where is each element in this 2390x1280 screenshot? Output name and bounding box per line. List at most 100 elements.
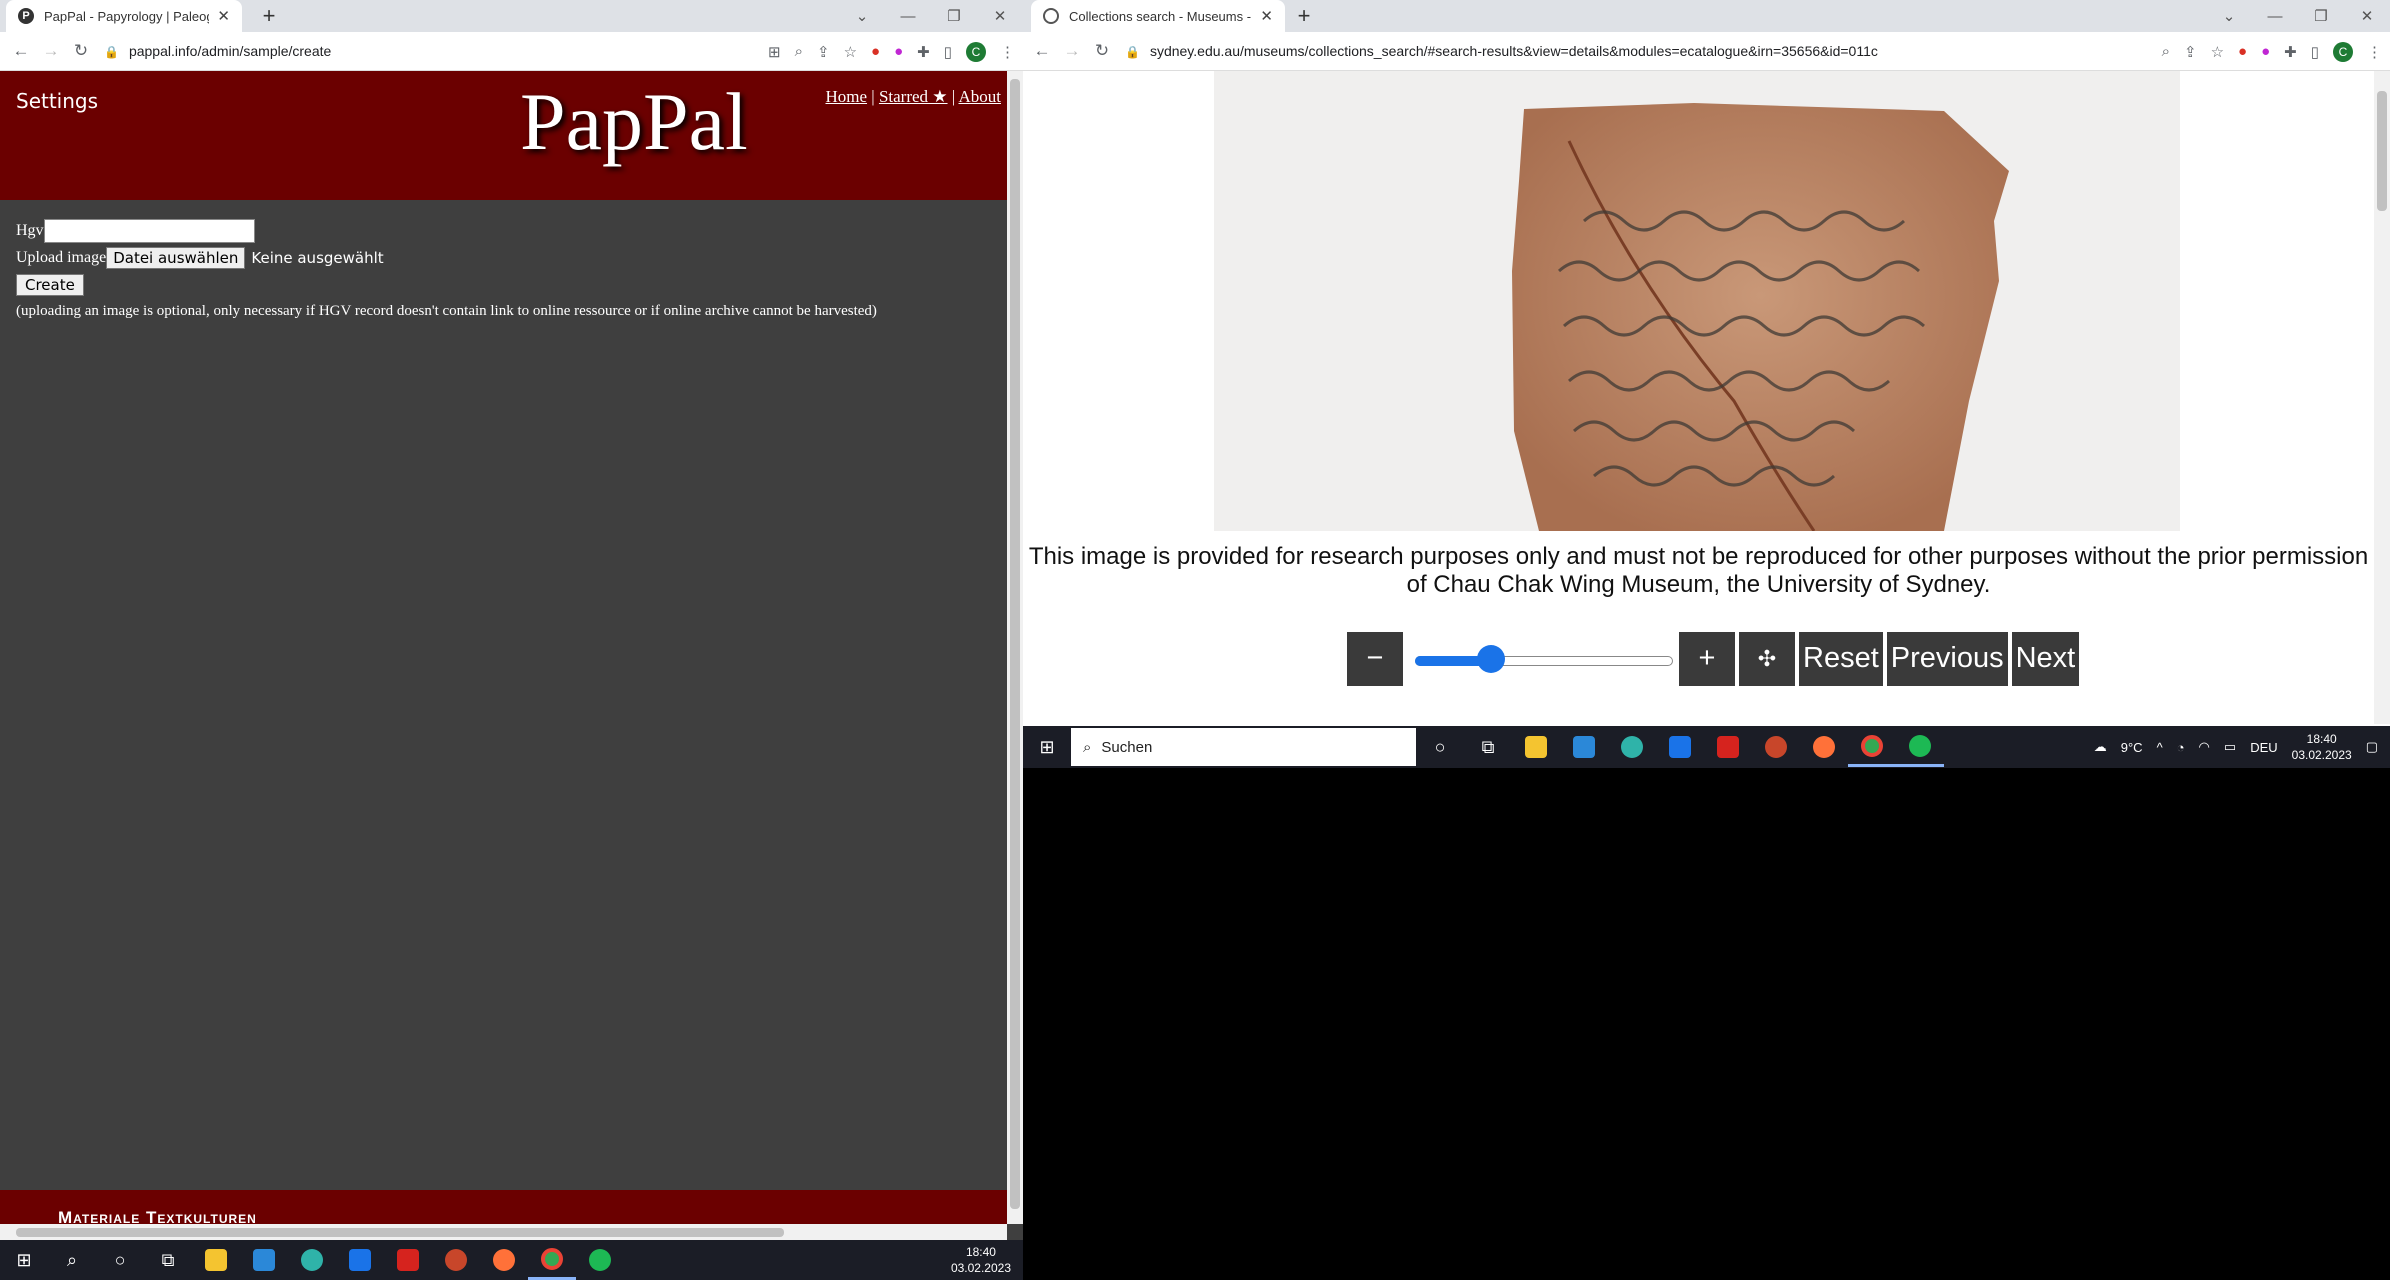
edge-icon[interactable] xyxy=(288,1240,336,1280)
fullscreen-collapse-icon[interactable]: ✣ xyxy=(1739,631,1795,686)
share-icon[interactable]: ⇪ xyxy=(817,43,830,61)
forward-icon[interactable]: → xyxy=(36,41,66,61)
tab-search-icon[interactable]: ⌄ xyxy=(2206,7,2252,25)
chrome-icon[interactable] xyxy=(1848,727,1896,767)
zoom-in-button[interactable]: + xyxy=(1679,631,1735,686)
mail-icon[interactable] xyxy=(1656,727,1704,767)
address-bar[interactable]: 🔒 pappal.info/admin/sample/create xyxy=(104,43,331,59)
back-icon[interactable]: ← xyxy=(1027,41,1057,61)
nav-starred-link[interactable]: Starred ★ xyxy=(879,87,948,106)
profile-avatar[interactable]: C xyxy=(966,41,986,62)
extension-icon[interactable]: ● xyxy=(894,43,903,60)
restore-icon[interactable]: ❐ xyxy=(2298,7,2344,25)
tab-collections-search[interactable]: Collections search - Museums - T ✕ xyxy=(1031,0,1285,32)
firefox-icon[interactable] xyxy=(480,1240,528,1280)
taskbar-clock[interactable]: 18:40 03.02.2023 xyxy=(2292,731,2352,763)
side-panel-icon[interactable]: ▯ xyxy=(2311,43,2319,61)
vertical-scrollbar[interactable] xyxy=(2374,71,2390,724)
ostracon-image[interactable] xyxy=(1214,71,2180,532)
battery-icon[interactable]: ▭ xyxy=(2224,739,2236,755)
mail-icon[interactable] xyxy=(336,1240,384,1280)
powerpoint-icon[interactable] xyxy=(1752,727,1800,767)
back-icon[interactable]: ← xyxy=(6,41,36,61)
reload-icon[interactable]: ↻ xyxy=(66,41,96,61)
forward-icon[interactable]: → xyxy=(1057,41,1087,61)
share-icon[interactable]: ⇪ xyxy=(2184,43,2197,61)
close-tab-icon[interactable]: ✕ xyxy=(1260,7,1273,25)
extension-icon[interactable]: ● xyxy=(2261,43,2270,60)
new-tab-button[interactable]: + xyxy=(256,4,282,30)
taskbar-search-box[interactable]: ⌕ Suchen xyxy=(1071,728,1416,766)
task-view-icon[interactable]: ⧉ xyxy=(144,1240,192,1280)
bookmark-star-icon[interactable]: ☆ xyxy=(2211,43,2224,61)
tab-pappal[interactable]: P PapPal - Papyrology | Paleograph ✕ xyxy=(6,0,242,32)
slider-handle[interactable] xyxy=(1477,644,1506,673)
acrobat-icon[interactable] xyxy=(384,1240,432,1280)
spotify-icon[interactable] xyxy=(1896,727,1944,767)
wifi-icon[interactable]: ◠ xyxy=(2199,739,2210,755)
scrollbar-thumb[interactable] xyxy=(2377,91,2387,211)
settings-link[interactable]: Settings xyxy=(16,89,98,113)
close-window-icon[interactable]: ✕ xyxy=(977,7,1023,25)
extension-icon[interactable]: ● xyxy=(871,43,880,60)
acrobat-icon[interactable] xyxy=(1704,727,1752,767)
profile-avatar[interactable]: C xyxy=(2333,41,2353,62)
hgv-input[interactable] xyxy=(43,218,255,243)
spotify-icon[interactable] xyxy=(576,1240,624,1280)
windows-start-icon[interactable]: ⊞ xyxy=(0,1240,48,1280)
store-icon[interactable] xyxy=(1560,727,1608,767)
extensions-puzzle-icon[interactable]: ✚ xyxy=(917,43,930,61)
tab-search-icon[interactable]: ⌄ xyxy=(839,7,885,25)
zoom-slider[interactable] xyxy=(1415,644,1673,673)
windows-start-icon[interactable]: ⊞ xyxy=(1023,727,1071,767)
nav-about-link[interactable]: About xyxy=(959,87,1002,106)
translate-icon[interactable]: ⊞ xyxy=(768,43,781,61)
close-window-icon[interactable]: ✕ xyxy=(2344,7,2390,25)
create-button[interactable]: Create xyxy=(16,273,84,296)
cortana-icon[interactable]: ○ xyxy=(1416,727,1464,767)
chrome-icon[interactable] xyxy=(528,1240,576,1280)
bookmark-star-icon[interactable]: ☆ xyxy=(844,43,857,61)
address-bar[interactable]: 🔒 sydney.edu.au/museums/collections_searc… xyxy=(1125,43,1878,59)
zoom-icon[interactable]: ⌕ xyxy=(795,43,803,60)
weather-cloud-icon[interactable]: ☁ xyxy=(2094,739,2107,755)
previous-button[interactable]: Previous xyxy=(1886,631,2008,686)
next-button[interactable]: Next xyxy=(2011,631,2080,686)
firefox-icon[interactable] xyxy=(1800,727,1848,767)
store-icon[interactable] xyxy=(240,1240,288,1280)
search-icon[interactable]: ⌕ xyxy=(48,1240,96,1280)
minimize-icon[interactable]: — xyxy=(2252,8,2298,25)
menu-kebab-icon[interactable]: ⋮ xyxy=(2367,43,2382,61)
chevron-up-icon[interactable]: ^ xyxy=(2157,740,2163,755)
taskbar-clock[interactable]: 18:40 03.02.2023 xyxy=(951,1244,1011,1276)
reset-button[interactable]: Reset xyxy=(1799,631,1883,686)
language-indicator[interactable]: DEU xyxy=(2250,740,2277,755)
zoom-out-button[interactable]: − xyxy=(1347,631,1403,686)
horizontal-scrollbar[interactable] xyxy=(0,1224,1007,1240)
task-view-icon[interactable]: ⧉ xyxy=(1464,727,1512,767)
side-panel-icon[interactable]: ▯ xyxy=(944,43,952,61)
scrollbar-thumb[interactable] xyxy=(16,1228,784,1237)
scrollbar-thumb[interactable] xyxy=(1010,79,1020,1209)
extensions-puzzle-icon[interactable]: ✚ xyxy=(2284,43,2297,61)
zoom-icon[interactable]: ⌕ xyxy=(2162,43,2170,60)
new-tab-button[interactable]: + xyxy=(1291,4,1317,30)
nav-home-link[interactable]: Home xyxy=(825,87,867,106)
extension-icon[interactable]: ● xyxy=(2238,43,2247,60)
vertical-scrollbar[interactable] xyxy=(1007,71,1023,1224)
minimize-icon[interactable]: — xyxy=(885,8,931,25)
reload-icon[interactable]: ↻ xyxy=(1087,41,1117,61)
powerpoint-icon[interactable] xyxy=(432,1240,480,1280)
file-status-text: Keine ausgewählt xyxy=(251,248,384,267)
choose-file-button[interactable]: Datei auswählen xyxy=(106,246,246,269)
file-explorer-icon[interactable] xyxy=(192,1240,240,1280)
file-explorer-icon[interactable] xyxy=(1512,727,1560,767)
network-icon[interactable]: ◔ xyxy=(2177,740,2185,755)
notification-icon[interactable]: ▢ xyxy=(2366,739,2378,755)
menu-kebab-icon[interactable]: ⋮ xyxy=(1000,43,1015,61)
edge-icon[interactable] xyxy=(1608,727,1656,767)
close-tab-icon[interactable]: ✕ xyxy=(217,7,230,25)
weather-temp[interactable]: 9°C xyxy=(2121,740,2143,755)
cortana-icon[interactable]: ○ xyxy=(96,1240,144,1280)
restore-icon[interactable]: ❐ xyxy=(931,7,977,25)
